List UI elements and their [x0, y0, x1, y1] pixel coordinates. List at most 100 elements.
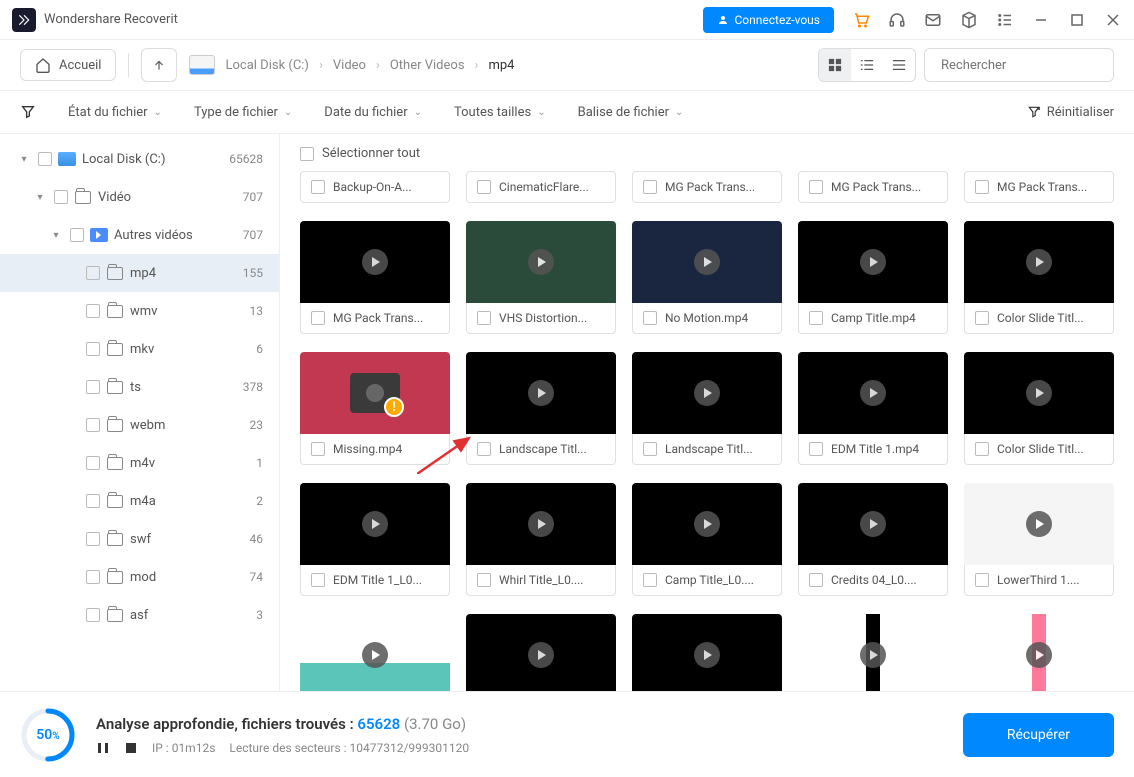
video-item[interactable]: EDM Title 1.mp4: [798, 352, 948, 465]
checkbox[interactable]: [86, 608, 100, 622]
checkbox[interactable]: [86, 380, 100, 394]
filter-size[interactable]: Toutes tailles⌄: [454, 105, 546, 120]
video-thumbnail[interactable]: [632, 614, 782, 691]
checkbox[interactable]: [311, 442, 325, 456]
video-item[interactable]: LowerThird 1....: [964, 483, 1114, 596]
video-thumbnail[interactable]: !: [300, 352, 450, 434]
minimize-button[interactable]: [1032, 11, 1050, 29]
video-item[interactable]: Landscape Titl...: [466, 352, 616, 465]
video-item[interactable]: MG Pack Trans...: [300, 221, 450, 334]
tree-mod[interactable]: mod74: [0, 558, 279, 596]
checkbox[interactable]: [54, 190, 68, 204]
filter-type[interactable]: Type de fichier⌄: [194, 105, 292, 120]
checkbox[interactable]: [86, 570, 100, 584]
video-thumbnail[interactable]: [964, 614, 1114, 691]
video-item[interactable]: Whirl Title_L0....: [466, 483, 616, 596]
checkbox[interactable]: [70, 228, 84, 242]
checkbox[interactable]: [643, 442, 657, 456]
detail-view-button[interactable]: [883, 49, 915, 81]
checkbox[interactable]: [975, 573, 989, 587]
video-item-missing[interactable]: ! Missing.mp4: [300, 352, 450, 465]
video-thumbnail[interactable]: [798, 483, 948, 565]
video-thumbnail[interactable]: [466, 614, 616, 691]
connect-button[interactable]: Connectez-vous: [703, 7, 835, 33]
video-item[interactable]: Color Slide Titl...: [964, 221, 1114, 334]
checkbox[interactable]: [311, 180, 325, 194]
checkbox[interactable]: [809, 442, 823, 456]
video-item[interactable]: [632, 614, 782, 691]
stop-button[interactable]: [124, 741, 138, 755]
checkbox[interactable]: [477, 442, 491, 456]
pause-button[interactable]: [96, 741, 110, 755]
recover-button[interactable]: Récupérer: [963, 713, 1114, 757]
grid-view-button[interactable]: [819, 49, 851, 81]
file-item[interactable]: CinematicFlare...: [466, 171, 616, 203]
checkbox[interactable]: [643, 180, 657, 194]
video-thumbnail[interactable]: [466, 483, 616, 565]
video-thumbnail[interactable]: [632, 352, 782, 434]
breadcrumb-video[interactable]: Video: [333, 58, 366, 73]
video-thumbnail[interactable]: [632, 221, 782, 303]
video-item[interactable]: Landscape Titl...: [632, 352, 782, 465]
up-button[interactable]: [141, 48, 177, 82]
tree-wmv[interactable]: wmv13: [0, 292, 279, 330]
checkbox[interactable]: [311, 311, 325, 325]
tree-video[interactable]: ▾ Vidéo 707: [0, 178, 279, 216]
checkbox[interactable]: [38, 152, 52, 166]
breadcrumb-disk[interactable]: Local Disk (C:): [225, 58, 308, 73]
checkbox[interactable]: [300, 147, 314, 161]
video-item[interactable]: Camp Title_L0....: [632, 483, 782, 596]
checkbox[interactable]: [975, 311, 989, 325]
headset-icon[interactable]: [888, 11, 906, 29]
close-button[interactable]: [1104, 11, 1122, 29]
video-item[interactable]: EDM Title 1_L0...: [300, 483, 450, 596]
video-thumbnail[interactable]: [466, 352, 616, 434]
tree-mkv[interactable]: mkv6: [0, 330, 279, 368]
video-thumbnail[interactable]: [300, 614, 450, 691]
filter-tag[interactable]: Balise de fichier⌄: [578, 105, 684, 120]
filter-date[interactable]: Date du fichier⌄: [324, 105, 422, 120]
file-item[interactable]: MG Pack Trans...: [798, 171, 948, 203]
tree-m4v[interactable]: m4v1: [0, 444, 279, 482]
checkbox[interactable]: [86, 266, 100, 280]
checkbox[interactable]: [477, 311, 491, 325]
tree-mp4[interactable]: mp4155: [0, 254, 279, 292]
checkbox[interactable]: [86, 532, 100, 546]
video-thumbnail[interactable]: [964, 221, 1114, 303]
video-thumbnail[interactable]: [300, 483, 450, 565]
tree-m4a[interactable]: m4a2: [0, 482, 279, 520]
checkbox[interactable]: [86, 418, 100, 432]
video-thumbnail[interactable]: [964, 483, 1114, 565]
checkbox[interactable]: [477, 573, 491, 587]
checkbox[interactable]: [86, 456, 100, 470]
video-thumbnail[interactable]: [964, 352, 1114, 434]
tree-webm[interactable]: webm23: [0, 406, 279, 444]
checkbox[interactable]: [477, 180, 491, 194]
search-input[interactable]: [941, 58, 1107, 73]
home-button[interactable]: Accueil: [20, 49, 116, 81]
video-thumbnail[interactable]: [300, 221, 450, 303]
breadcrumb-other[interactable]: Other Videos: [390, 58, 465, 73]
cube-icon[interactable]: [960, 11, 978, 29]
checkbox[interactable]: [643, 311, 657, 325]
video-thumbnail[interactable]: [798, 614, 948, 691]
list-view-button[interactable]: [851, 49, 883, 81]
checkbox[interactable]: [86, 304, 100, 318]
video-item[interactable]: [798, 614, 948, 691]
video-thumbnail[interactable]: [632, 483, 782, 565]
checkbox[interactable]: [311, 573, 325, 587]
collapse-icon[interactable]: ▾: [16, 154, 32, 165]
tree-other-videos[interactable]: ▾ Autres vidéos 707: [0, 216, 279, 254]
tree-swf[interactable]: swf46: [0, 520, 279, 558]
checkbox[interactable]: [809, 180, 823, 194]
checkbox[interactable]: [86, 342, 100, 356]
cart-icon[interactable]: [852, 11, 870, 29]
filter-icon[interactable]: [20, 104, 36, 120]
video-item[interactable]: [300, 614, 450, 691]
file-item[interactable]: MG Pack Trans...: [632, 171, 782, 203]
checkbox[interactable]: [809, 311, 823, 325]
collapse-icon[interactable]: ▾: [48, 230, 64, 241]
search-box[interactable]: [924, 48, 1114, 82]
file-item[interactable]: Backup-On-A...: [300, 171, 450, 203]
video-item[interactable]: [466, 614, 616, 691]
